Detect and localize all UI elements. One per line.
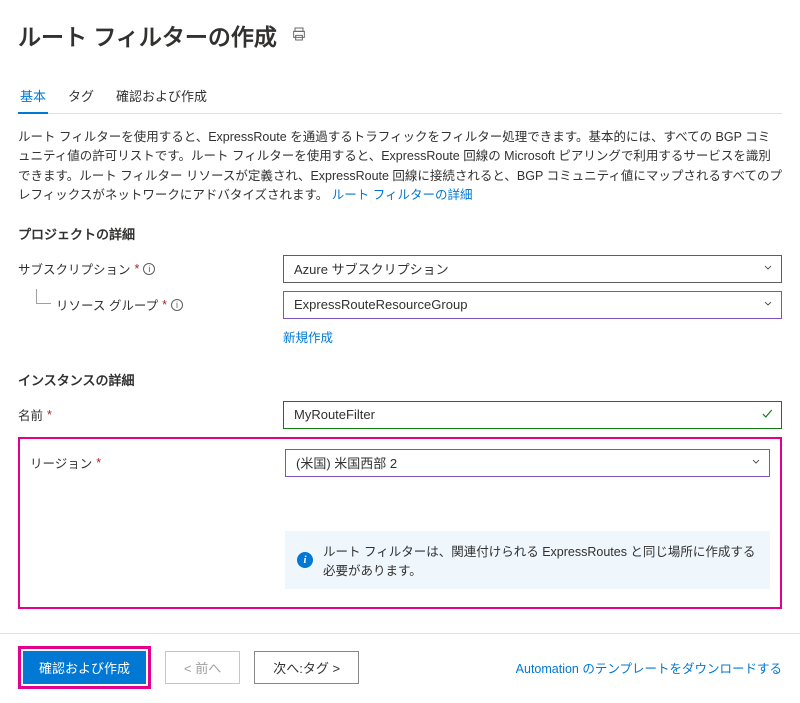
info-banner: i ルート フィルターは、関連付けられる ExpressRoutes と同じ場所… — [285, 531, 770, 589]
review-button-highlight: 確認および作成 — [18, 646, 151, 689]
next-button[interactable]: 次へ:タグ > — [254, 651, 359, 684]
chevron-down-icon — [750, 455, 762, 470]
resource-group-label: リソース グループ * i — [18, 295, 283, 314]
info-icon[interactable]: i — [171, 299, 183, 311]
tab-review[interactable]: 確認および作成 — [114, 80, 209, 113]
description-text: ルート フィルターを使用すると、ExpressRoute を通過するトラフィック… — [18, 128, 782, 206]
divider — [0, 633, 800, 634]
create-new-link[interactable]: 新規作成 — [283, 331, 333, 345]
tab-basic[interactable]: 基本 — [18, 80, 48, 113]
page-title: ルート フィルターの作成 — [18, 18, 277, 52]
review-create-button[interactable]: 確認および作成 — [23, 651, 146, 684]
instance-section-title: インスタンスの詳細 — [18, 370, 782, 389]
resource-group-select[interactable]: ExpressRouteResourceGroup — [283, 291, 782, 319]
region-label: リージョン * — [30, 453, 285, 472]
info-icon[interactable]: i — [143, 263, 155, 275]
print-icon[interactable] — [291, 26, 307, 45]
name-input[interactable]: MyRouteFilter — [283, 401, 782, 429]
info-icon: i — [297, 552, 313, 568]
download-template-link[interactable]: Automation のテンプレートをダウンロードする — [516, 658, 782, 677]
info-banner-text: ルート フィルターは、関連付けられる ExpressRoutes と同じ場所に作… — [323, 541, 758, 579]
region-select[interactable]: (米国) 米国西部 2 — [285, 449, 770, 477]
region-highlight-box: リージョン * (米国) 米国西部 2 i ルート フィルターは、関連付けられる… — [18, 437, 782, 609]
subscription-label: サブスクリプション * i — [18, 259, 283, 278]
tab-bar: 基本 タグ 確認および作成 — [18, 80, 782, 114]
prev-button[interactable]: < 前へ — [165, 651, 240, 684]
project-section-title: プロジェクトの詳細 — [18, 224, 782, 243]
chevron-down-icon — [762, 297, 774, 312]
learn-more-link[interactable]: ルート フィルターの詳細 — [332, 188, 473, 202]
tab-tags[interactable]: タグ — [66, 80, 96, 113]
check-icon — [760, 406, 774, 423]
chevron-down-icon — [762, 261, 774, 276]
subscription-select[interactable]: Azure サブスクリプション — [283, 255, 782, 283]
name-label: 名前 * — [18, 405, 283, 424]
